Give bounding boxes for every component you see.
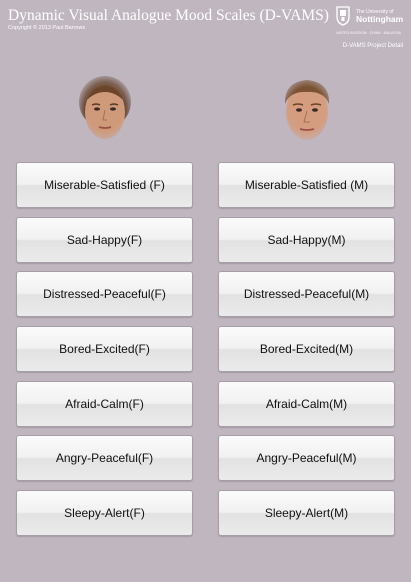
university-logo[interactable]: The University of Nottingham UNITED KING… — [336, 6, 406, 36]
scale-button-sleepy-alert-f[interactable]: Sleepy-Alert(F) — [16, 490, 193, 536]
male-face-icon — [276, 72, 338, 146]
scale-button-sleepy-alert-m[interactable]: Sleepy-Alert(M) — [218, 490, 395, 536]
scale-button-angry-peaceful-f[interactable]: Angry-Peaceful(F) — [16, 435, 193, 481]
app-title: Dynamic Visual Analogue Mood Scales (D-V… — [8, 7, 329, 24]
scale-button-bored-excited-m[interactable]: Bored-Excited(M) — [218, 326, 395, 372]
logo-tagline: UNITED KINGDOM · CHINA · MALAYSIA — [336, 31, 401, 35]
scale-button-distressed-peaceful-m[interactable]: Distressed-Peaceful(M) — [218, 271, 395, 317]
university-crest-icon — [336, 6, 350, 26]
project-detail-link[interactable]: D-VAMS Project Detail — [343, 43, 403, 49]
scale-button-sad-happy-m[interactable]: Sad-Happy(M) — [218, 217, 395, 263]
copyright-text: Copyright © 2013 Paul Barrows — [8, 25, 86, 31]
scale-button-distressed-peaceful-f[interactable]: Distressed-Peaceful(F) — [16, 271, 193, 317]
scale-button-sad-happy-f[interactable]: Sad-Happy(F) — [16, 217, 193, 263]
scale-button-miserable-satisfied-m[interactable]: Miserable-Satisfied (M) — [218, 162, 395, 208]
scale-button-bored-excited-f[interactable]: Bored-Excited(F) — [16, 326, 193, 372]
scale-button-angry-peaceful-m[interactable]: Angry-Peaceful(M) — [218, 435, 395, 481]
scale-button-afraid-calm-f[interactable]: Afraid-Calm(F) — [16, 381, 193, 427]
scale-button-miserable-satisfied-f[interactable]: Miserable-Satisfied (F) — [16, 162, 193, 208]
logo-name: Nottingham — [356, 14, 404, 24]
scale-button-afraid-calm-m[interactable]: Afraid-Calm(M) — [218, 381, 395, 427]
female-face-icon — [74, 72, 136, 146]
